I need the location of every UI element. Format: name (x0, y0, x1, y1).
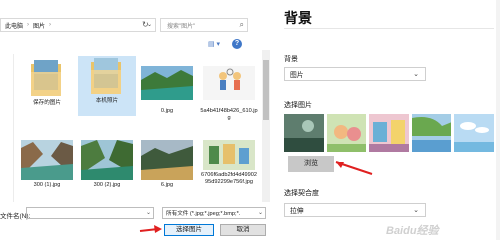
file-name: 300 (2).jpg (93, 182, 121, 188)
search-input[interactable]: 搜索"图片" ⌕ (160, 18, 248, 32)
scrollbar-thumb[interactable] (263, 60, 269, 120)
file-list: 保存的图片 本机照片 0.jpg 5a4b41f48b426_610.jpg 3… (18, 54, 258, 202)
search-icon: ⌕ (239, 20, 244, 29)
file-item[interactable]: 5a4b41f48b426_610.jpg (200, 66, 258, 122)
file-item[interactable]: 0.jpg (138, 66, 196, 115)
breadcrumb-this-pc[interactable]: 此电脑 (5, 21, 23, 30)
title-divider (284, 28, 494, 29)
folder-icon (21, 58, 73, 98)
breadcrumb-separator-icon: › (27, 22, 30, 28)
folder-icon (81, 56, 133, 96)
file-item[interactable]: 6.jpg (138, 140, 196, 189)
image-thumbnail (203, 66, 255, 106)
file-name: 保存的图片 (33, 100, 61, 106)
recent-picture[interactable] (454, 114, 494, 152)
image-thumbnail (81, 140, 133, 180)
personalization-background-panel: 背景 背景 图片 ⌄ 选择图片 浏览 选择契合度 拉伸 ⌄ (274, 0, 500, 240)
file-item-selected[interactable]: 本机照片 (78, 56, 136, 116)
file-open-dialog: 此电脑 › 图片 › ⌄ ↻ 搜索"图片" ⌕ ▤ ▾ ? 保存的图片 本机照片… (0, 0, 272, 240)
image-thumbnail (203, 140, 255, 170)
background-type-select[interactable]: 图片 ⌄ (284, 67, 426, 81)
recent-picture[interactable] (326, 114, 367, 152)
file-name: 6.jpg (160, 182, 174, 188)
image-thumbnail (141, 140, 193, 180)
background-label: 背景 (284, 56, 298, 63)
breadcrumb-pictures[interactable]: 图片 (33, 21, 45, 30)
view-icon[interactable]: ▤ ▾ (208, 40, 220, 48)
fit-value: 拉伸 (290, 208, 304, 215)
filetype-value: 所有文件 (*.jpg;*.jpeg;*.bmp;*. (166, 211, 241, 217)
fit-select[interactable]: 拉伸 ⌄ (284, 203, 426, 217)
file-item[interactable]: 300 (2).jpg (78, 140, 136, 189)
file-name: 5a4b41f48b426_610.jpg (200, 108, 258, 121)
chevron-down-icon: ⌄ (257, 209, 263, 216)
refresh-icon[interactable]: ↻ (142, 20, 149, 30)
panel-scrollbar[interactable] (496, 0, 500, 240)
choose-picture-label: 选择图片 (284, 102, 312, 109)
recent-picture[interactable] (411, 114, 452, 152)
file-name: 0.jpg (160, 108, 174, 114)
page-title: 背景 (284, 10, 312, 26)
choose-picture-button[interactable]: 选择图片 (164, 224, 214, 236)
file-name: 300 (1).jpg (33, 182, 61, 188)
help-icon[interactable]: ? (232, 39, 242, 49)
file-item[interactable]: 6706f6adb2fd4d4990295d92299e756f.jpg (200, 140, 258, 186)
chevron-down-icon: ⌄ (413, 207, 419, 214)
recent-picture[interactable] (284, 114, 324, 152)
cancel-button[interactable]: 取消 (220, 224, 266, 236)
chevron-down-icon: ⌄ (413, 71, 419, 78)
image-thumbnail (21, 140, 73, 180)
chevron-down-icon[interactable]: ⌄ (146, 209, 151, 216)
watermark: Baidu经验 (386, 225, 439, 237)
breadcrumb-separator-icon: › (49, 22, 52, 28)
recent-pictures (284, 114, 494, 152)
filename-input[interactable]: ⌄ (26, 207, 154, 219)
search-placeholder: 搜索"图片" (167, 23, 196, 30)
filetype-select[interactable]: 所有文件 (*.jpg;*.jpeg;*.bmp;*. ⌄ (162, 207, 266, 219)
background-type-value: 图片 (290, 72, 304, 79)
address-bar[interactable]: 此电脑 › 图片 › ⌄ (0, 18, 156, 32)
file-name: 本机照片 (95, 98, 119, 104)
annotation-arrow-icon (335, 161, 373, 175)
fit-label: 选择契合度 (284, 190, 319, 197)
image-thumbnail (141, 66, 193, 106)
file-name: 6706f6adb2fd4d4990295d92299e756f.jpg (201, 172, 257, 185)
recent-picture[interactable] (369, 114, 409, 152)
browse-button[interactable]: 浏览 (288, 156, 334, 172)
file-item[interactable]: 300 (1).jpg (18, 140, 76, 189)
annotation-arrow-icon (139, 225, 162, 233)
navigation-pane[interactable] (0, 54, 14, 202)
file-list-scrollbar[interactable] (262, 50, 270, 202)
file-item[interactable]: 保存的图片 (18, 58, 76, 107)
